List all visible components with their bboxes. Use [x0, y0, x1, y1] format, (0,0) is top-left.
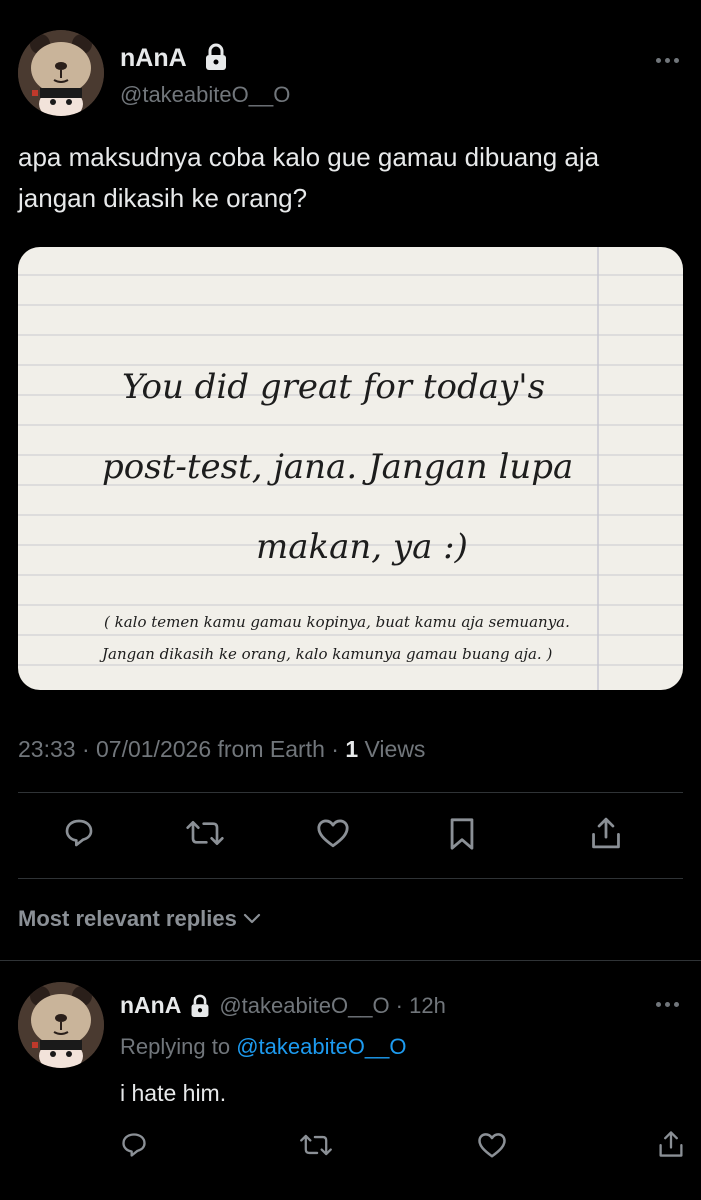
note-line-3: makan, ya :)	[256, 527, 468, 567]
views-count: 1	[345, 736, 359, 762]
views-label: Views	[358, 736, 426, 762]
lock-icon	[203, 43, 229, 71]
reply-author-handle[interactable]: @takeabiteO__O	[219, 993, 389, 1019]
more-options-icon[interactable]	[656, 58, 679, 63]
replying-to: Replying to @takeabiteO__O	[120, 1034, 407, 1060]
note-small-line-2: Jangan dikasih ke orang, kalo kamunya ga…	[102, 645, 553, 663]
note-small-line-1: ( kalo temen kamu gamau kopinya, buat ka…	[104, 613, 570, 631]
reply-more-options-icon[interactable]	[656, 1002, 679, 1007]
reply-author-name[interactable]: nAnA	[120, 992, 181, 1019]
note-line-2: post-test, jana. Jangan lupa	[102, 447, 574, 487]
tweet-text-line-2: jangan dikasih ke orang?	[18, 183, 308, 213]
reply-author-avatar[interactable]	[18, 982, 104, 1068]
reply-header: nAnA @takeabiteO__O · 12h	[120, 992, 446, 1019]
chevron-down-icon	[243, 912, 261, 926]
reply-timestamp: · 12h	[395, 992, 446, 1018]
replying-to-prefix: Replying to	[120, 1034, 237, 1059]
tweet-meta: 23:33 · 07/01/2026 from Earth · 1 Views	[18, 736, 425, 763]
tweet-timestamp: 23:33 · 07/01/2026 from Earth ·	[18, 736, 346, 762]
reply-icon[interactable]	[63, 817, 95, 849]
reply-like-icon[interactable]	[477, 1131, 507, 1159]
replies-sort-label: Most relevant replies	[18, 906, 237, 931]
tweet-image[interactable]: You did great for today's post-test, jan…	[18, 247, 683, 690]
replies-sort-toggle[interactable]: Most relevant replies	[18, 906, 261, 932]
meta-divider	[18, 792, 683, 793]
reply-share-icon[interactable]	[657, 1129, 685, 1159]
like-icon[interactable]	[316, 817, 350, 849]
author-handle[interactable]: @takeabiteO__O	[120, 82, 290, 108]
note-line-1: You did great for today's	[122, 367, 546, 407]
replying-to-link[interactable]: @takeabiteO__O	[236, 1034, 406, 1059]
replies-divider	[0, 960, 701, 961]
retweet-icon[interactable]	[185, 817, 225, 849]
actions-divider	[18, 878, 683, 879]
reply-lock-icon	[189, 994, 211, 1018]
reply-text: i hate him.	[120, 1080, 227, 1106]
bookmark-icon[interactable]	[447, 817, 477, 851]
share-icon[interactable]	[589, 815, 623, 851]
reply-retweet-icon[interactable]	[299, 1131, 333, 1159]
author-name[interactable]: nAnA	[120, 44, 187, 73]
author-avatar[interactable]	[18, 30, 104, 116]
tweet-text-line-1: apa maksudnya coba kalo gue gamau dibuan…	[18, 142, 600, 172]
reply-reply-icon[interactable]	[120, 1131, 148, 1159]
